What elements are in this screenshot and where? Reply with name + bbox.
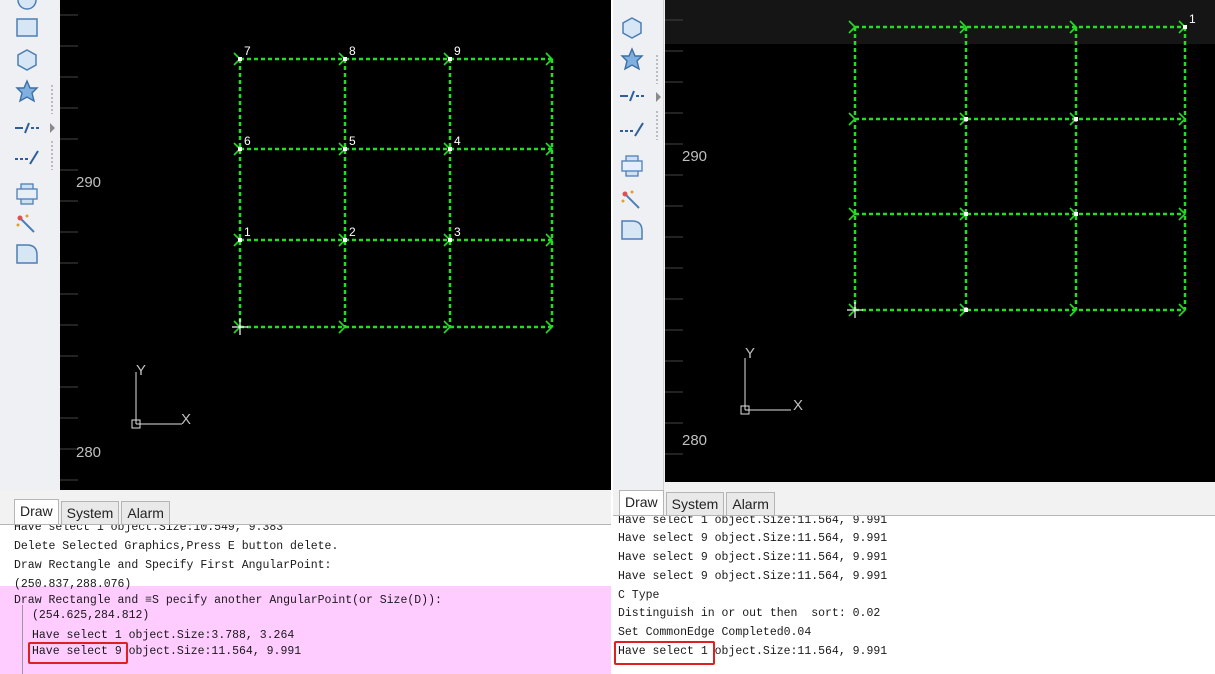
node-label: 6 [244, 134, 251, 148]
tab-alarm[interactable]: Alarm [726, 492, 775, 515]
node-label: 2 [349, 225, 356, 239]
log-line: Have select 1 object.Size:11.564, 9.991 [618, 515, 888, 527]
node-marker [238, 57, 242, 61]
right-output-tabs: Draw System Alarm [619, 490, 777, 515]
node-marker [343, 57, 347, 61]
tab-system[interactable]: System [665, 492, 725, 515]
node-marker [238, 238, 242, 242]
node-label: 8 [349, 44, 356, 58]
left-output-tabs: Draw System Alarm [14, 499, 172, 524]
toolbar-grip[interactable] [655, 54, 659, 84]
tab-system[interactable]: System [60, 501, 120, 524]
hexagon-icon[interactable] [12, 46, 42, 74]
node-marker [448, 147, 452, 151]
left-command-log[interactable]: Have select 1 object.Size:10.549, 9.383 … [0, 524, 611, 674]
line-join-icon[interactable] [12, 144, 42, 172]
log-line: Draw Rectangle and Specify First Angular… [14, 559, 332, 572]
node-label: 5 [349, 134, 356, 148]
node-marker [448, 57, 452, 61]
node-marker [964, 117, 968, 121]
toolbar-grip[interactable] [50, 140, 54, 170]
toolbar-grip[interactable] [655, 110, 659, 140]
highlight-box [614, 641, 715, 665]
line-break-icon[interactable] [12, 114, 42, 142]
ruler-label-bottom: 280 [76, 444, 102, 461]
axis-y-label: Y [745, 345, 756, 362]
node-label: 9 [454, 44, 461, 58]
node-label: 1 [1189, 12, 1196, 26]
tab-draw[interactable]: Draw [14, 499, 59, 524]
log-line: Have select 9 object.Size:11.564, 9.991 [618, 532, 888, 545]
node-marker [448, 238, 452, 242]
canvas-header-band [665, 0, 1215, 44]
node-label: 7 [244, 44, 251, 58]
circle-icon[interactable] [12, 0, 42, 14]
log-indent-guide [22, 605, 23, 674]
rounded-rect-icon[interactable] [617, 216, 647, 244]
node-label: 4 [454, 134, 461, 148]
flyout-arrow-icon[interactable] [50, 123, 55, 133]
ruler-label-bottom: 280 [682, 432, 708, 449]
node-marker [1183, 25, 1187, 29]
tab-draw[interactable]: Draw [619, 490, 664, 515]
right-command-log[interactable]: Have select 1 object.Size:11.564, 9.991 … [613, 515, 1215, 674]
node-marker [964, 308, 968, 312]
ruler-label-top: 290 [682, 148, 708, 165]
axis-x-label: X [793, 397, 804, 414]
array-copy-icon[interactable] [12, 180, 42, 208]
rounded-rect-icon[interactable] [12, 240, 42, 268]
hexagon-icon[interactable] [617, 14, 647, 42]
log-line: Have select 9 object.Size:11.564, 9.991 [618, 551, 888, 564]
log-line: C Type [618, 589, 660, 602]
rectangle-icon[interactable] [12, 14, 42, 42]
right-drawing-canvas[interactable]: 1 290 280 Y X [665, 0, 1215, 482]
node-marker [238, 147, 242, 151]
node-marker [1074, 117, 1078, 121]
log-line: Set CommonEdge Completed0.04 [618, 626, 812, 639]
highlight-box [28, 642, 128, 664]
array-copy-icon[interactable] [617, 152, 647, 180]
right-drawing-toolbar [613, 0, 664, 490]
flyout-arrow-icon[interactable] [656, 92, 661, 102]
line-break-icon[interactable] [617, 82, 647, 110]
line-join-icon[interactable] [617, 116, 647, 144]
node-label: 3 [454, 225, 461, 239]
polygon-star-icon[interactable] [617, 46, 647, 74]
log-line: Have select 1 object.Size:10.549, 9.383 [14, 524, 284, 534]
left-drawing-canvas[interactable]: 7 8 9 6 5 4 1 2 3 290 280 Y X [60, 0, 611, 490]
tab-alarm[interactable]: Alarm [121, 501, 170, 524]
axis-x-label: X [181, 411, 192, 428]
node-marker [1074, 212, 1078, 216]
node-marker [343, 147, 347, 151]
axis-y-label: Y [136, 362, 147, 379]
log-line: (254.625,284.812) [32, 609, 150, 622]
left-screenshot-panel: 789654123 290 280 Y X Draw System Alarm … [0, 0, 611, 674]
right-grid-drawing[interactable]: 1 [665, 0, 1215, 482]
magic-select-icon[interactable] [617, 186, 647, 214]
node-label: 1 [244, 225, 251, 239]
log-line: Have select 9 object.Size:11.564, 9.991 [618, 570, 888, 583]
polygon-star-icon[interactable] [12, 78, 42, 106]
ruler-label-top: 290 [76, 174, 102, 191]
left-grid-drawing[interactable]: 7 8 9 6 5 4 1 2 3 [60, 0, 611, 490]
left-drawing-toolbar [0, 0, 61, 490]
log-line: Delete Selected Graphics,Press E button … [14, 540, 339, 553]
right-screenshot-panel: 1 290 280 Y X Draw System Alarm Have sel… [611, 0, 1215, 674]
log-line: Distinguish in or out then sort: 0.02 [618, 607, 881, 620]
magic-select-icon[interactable] [12, 210, 42, 238]
node-marker [343, 238, 347, 242]
node-marker [964, 212, 968, 216]
toolbar-grip[interactable] [50, 84, 54, 114]
